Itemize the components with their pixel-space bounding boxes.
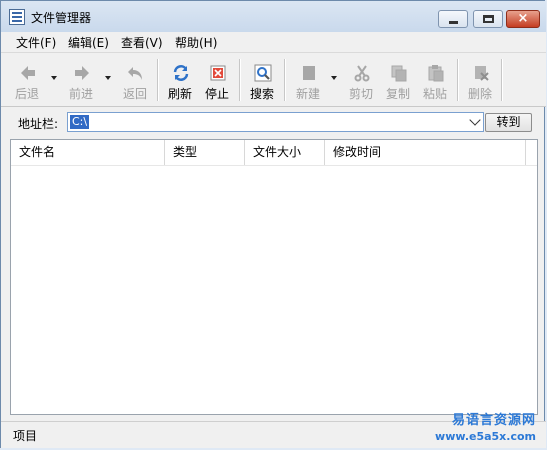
forward-label: 前进: [68, 87, 93, 101]
menu-help[interactable]: 帮助(H): [175, 34, 217, 51]
menu-view[interactable]: 查看(V): [121, 34, 163, 51]
list-header: 文件名 类型 文件大小 修改时间: [11, 140, 537, 166]
address-input[interactable]: C:\: [70, 115, 90, 129]
address-bar: 地址栏: C:\ 转到: [1, 110, 546, 137]
back-button[interactable]: 后退: [7, 60, 47, 104]
search-button[interactable]: 搜索: [242, 60, 282, 104]
toolbar-separator: [457, 59, 458, 101]
paste-button[interactable]: 粘贴: [415, 60, 455, 104]
back-label: 后退: [14, 87, 39, 101]
up-label: 返回: [122, 87, 147, 101]
minimize-icon: [449, 21, 458, 24]
delete-button[interactable]: 删除: [460, 60, 500, 104]
watermark-url: www.e5a5x.com: [435, 430, 536, 443]
column-header-size[interactable]: 文件大小: [245, 140, 325, 165]
title-bar[interactable]: 文件管理器 ×: [1, 1, 546, 32]
maximize-button[interactable]: [473, 10, 503, 28]
refresh-label: 刷新: [167, 87, 192, 101]
go-button[interactable]: 转到: [485, 113, 532, 132]
menu-edit[interactable]: 编辑(E): [68, 34, 109, 51]
close-button[interactable]: ×: [506, 10, 540, 28]
toolbar-separator: [157, 59, 158, 101]
cut-button[interactable]: 剪切: [341, 60, 381, 104]
stop-button[interactable]: 停止: [197, 60, 237, 104]
paste-label: 粘贴: [422, 87, 447, 101]
address-combobox[interactable]: C:\: [67, 112, 484, 132]
copy-button[interactable]: 复制: [378, 60, 418, 104]
toolbar-separator: [239, 59, 240, 101]
delete-icon: [475, 66, 489, 81]
forward-dropdown-icon[interactable]: [105, 76, 111, 80]
return-arrow-icon: [128, 67, 142, 80]
refresh-button[interactable]: 刷新: [160, 60, 200, 104]
chevron-down-icon[interactable]: [469, 114, 481, 126]
stop-label: 停止: [204, 87, 229, 101]
maximize-icon: [483, 15, 494, 23]
column-header-name[interactable]: 文件名: [11, 140, 165, 165]
paste-icon: [428, 65, 444, 82]
stop-icon: [210, 65, 226, 81]
address-label: 地址栏:: [18, 117, 59, 131]
forward-arrow-icon: [75, 66, 89, 80]
status-text: 项目: [13, 429, 38, 443]
column-header-modified[interactable]: 修改时间: [325, 140, 526, 165]
minimize-button[interactable]: [438, 10, 468, 28]
back-arrow-icon: [21, 66, 35, 80]
file-list[interactable]: 文件名 类型 文件大小 修改时间: [10, 139, 538, 415]
window-title: 文件管理器: [31, 11, 92, 25]
back-dropdown-icon[interactable]: [51, 76, 57, 80]
forward-button[interactable]: 前进: [61, 60, 101, 104]
toolbar: 后退 前进 返回 刷新 停止 搜索 新建 剪切 复制 粘贴 删除: [1, 52, 546, 107]
scissors-icon: [354, 65, 370, 82]
watermark: 易语言资源网 www.e5a5x.com: [424, 413, 536, 447]
new-button[interactable]: 新建: [288, 60, 328, 104]
toolbar-separator: [501, 59, 502, 101]
refresh-icon: [173, 65, 189, 81]
app-icon: [9, 9, 25, 25]
close-icon: ×: [517, 11, 529, 26]
up-button[interactable]: 返回: [115, 60, 155, 104]
toolbar-separator: [284, 59, 285, 101]
copy-label: 复制: [385, 87, 410, 101]
file-manager-window: 文件管理器 × 文件(F) 编辑(E) 查看(V) 帮助(H) 后退 前进 返回: [0, 0, 546, 448]
copy-icon: [391, 65, 407, 82]
new-file-icon: [303, 66, 315, 80]
menu-file[interactable]: 文件(F): [16, 34, 56, 51]
search-icon: [254, 64, 272, 82]
menu-bar: 文件(F) 编辑(E) 查看(V) 帮助(H): [1, 32, 546, 52]
watermark-name: 易语言资源网: [451, 413, 536, 428]
cut-label: 剪切: [348, 87, 373, 101]
new-label: 新建: [295, 87, 320, 101]
column-header-type[interactable]: 类型: [165, 140, 245, 165]
search-label: 搜索: [249, 87, 274, 101]
new-dropdown-icon[interactable]: [331, 76, 337, 80]
delete-label: 删除: [467, 87, 492, 101]
